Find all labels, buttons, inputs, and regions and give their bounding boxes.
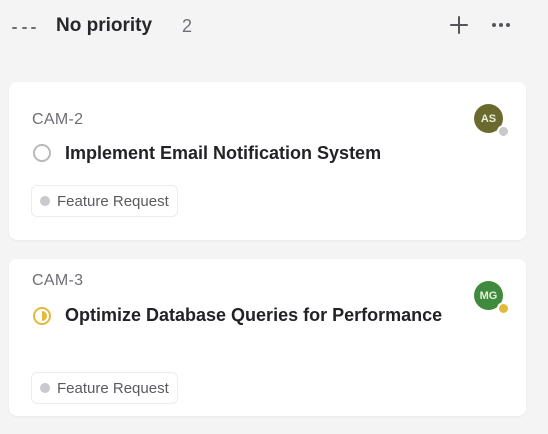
column-header: No priority 2: [0, 0, 548, 54]
label-dot: [40, 196, 50, 206]
board-column-no-priority: No priority 2 CAM-2 Implement Email Noti…: [0, 0, 548, 434]
label-text: Feature Request: [57, 192, 169, 210]
add-issue-button[interactable]: [446, 12, 472, 38]
status-todo-icon[interactable]: [32, 143, 52, 163]
column-title: No priority: [56, 15, 153, 36]
label-chip[interactable]: Feature Request: [31, 185, 178, 217]
issue-title: Optimize Database Queries for Performanc…: [65, 305, 443, 325]
no-priority-icon: [12, 21, 36, 35]
plus-icon: [450, 16, 468, 34]
avatar-initials: AS: [480, 112, 497, 125]
issue-id: CAM-2: [32, 111, 84, 128]
more-horizontal-icon: [492, 23, 510, 27]
label-dot: [40, 383, 50, 393]
presence-indicator: [497, 302, 510, 315]
issue-title: Implement Email Notification System: [65, 143, 382, 163]
issue-card[interactable]: CAM-2 Implement Email Notification Syste…: [9, 82, 526, 240]
presence-indicator: [497, 125, 510, 138]
avatar-initials: MG: [479, 289, 498, 302]
label-text: Feature Request: [57, 379, 169, 397]
issue-id: CAM-3: [32, 272, 84, 289]
label-chip[interactable]: Feature Request: [31, 372, 178, 404]
issue-card[interactable]: CAM-3 Optimize Database Queries for Perf…: [9, 259, 526, 416]
status-in-progress-icon[interactable]: [32, 306, 52, 326]
issue-count: 2: [182, 16, 193, 36]
column-more-button[interactable]: [487, 12, 515, 38]
